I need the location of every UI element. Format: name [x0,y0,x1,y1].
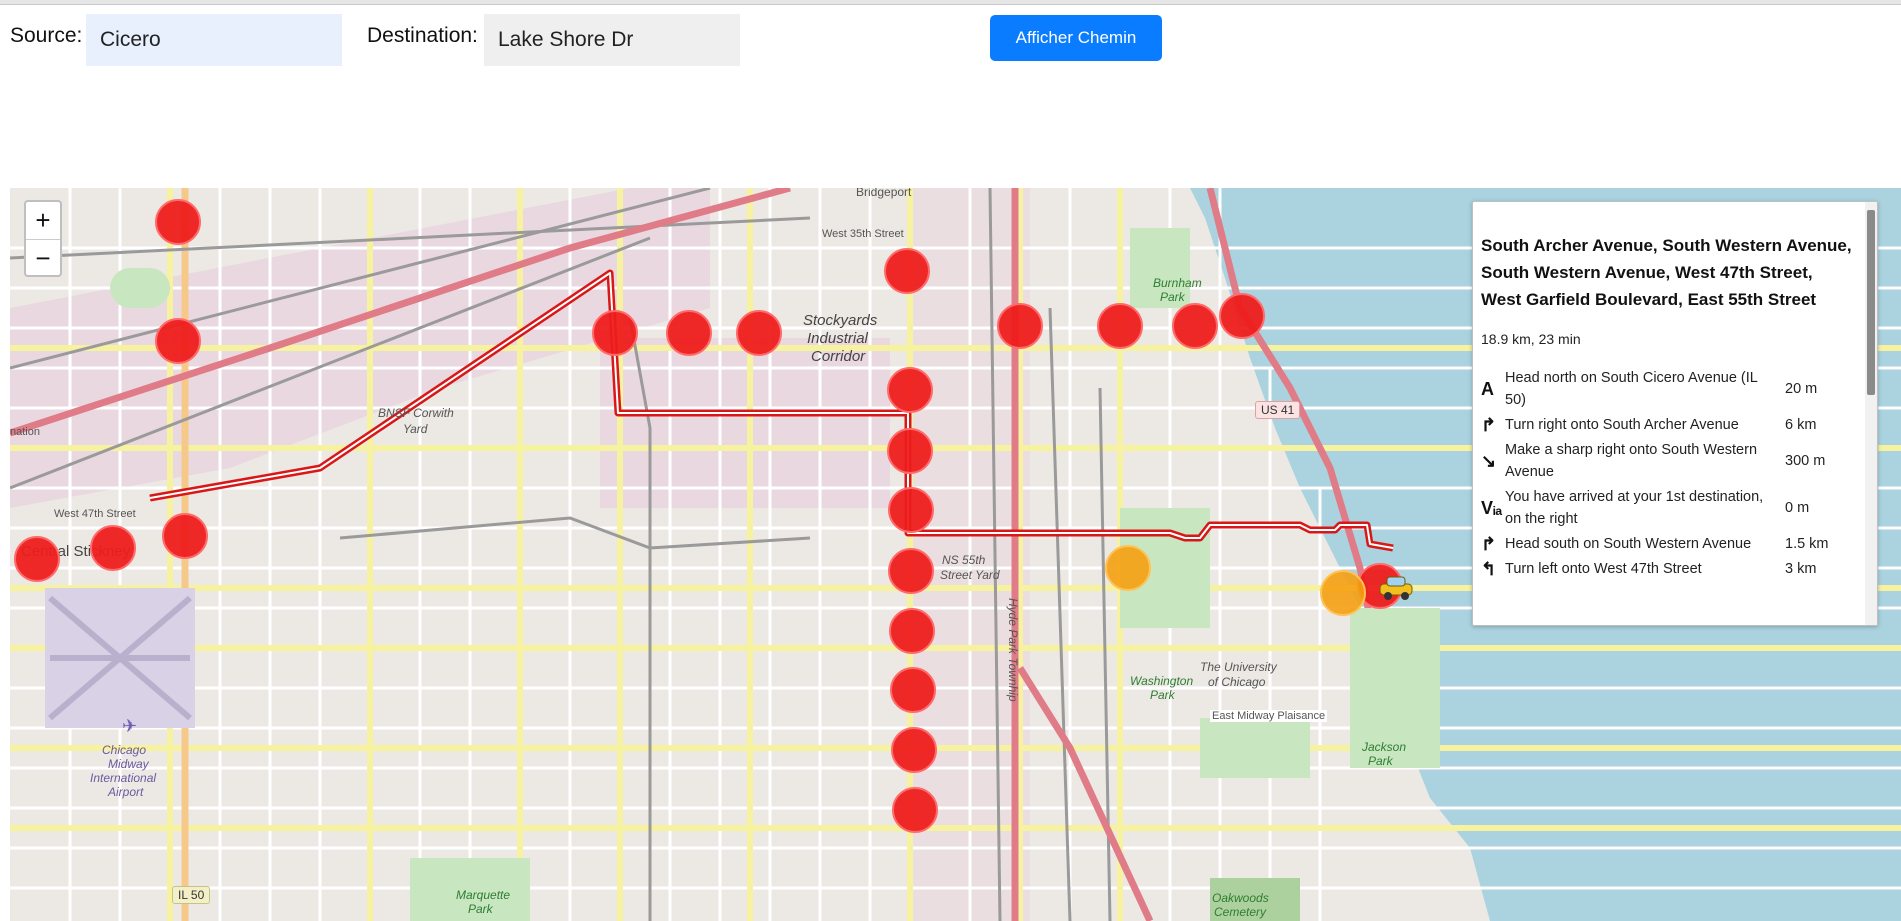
label-uchicago-2: of Chicago [1208,675,1266,689]
label-burnham-1: Burnham [1153,276,1202,290]
turn-left-icon: ↰ [1481,559,1497,579]
scrollbar-thumb[interactable] [1867,210,1875,395]
label-oakwoods-2: Cemetery [1214,905,1267,919]
label-west35: West 35th Street [822,228,904,240]
route-instructions-panel[interactable]: South Archer Avenue, South Western Avenu… [1472,201,1878,626]
step-text: Turn right onto South Archer Avenue [1505,417,1739,433]
shield-il50: IL 50 [172,886,211,904]
destination-label: Destination: [367,24,478,47]
label-west47: West 47th Street [54,508,136,520]
label-burnham-2: Park [1160,290,1185,304]
destination-input[interactable] [484,14,740,66]
route-steps: A Head north on South Cicero Avenue (IL … [1481,367,1855,580]
label-airport-1: Chicago [102,743,147,757]
step-distance: 20 m [1785,381,1818,397]
route-step[interactable]: ↱ Turn right onto South Archer Avenue 6 … [1481,414,1855,436]
route-step[interactable]: Vᵢₐ You have arrived at your 1st destina… [1481,486,1855,530]
label-uchicago-1: The University [1200,660,1277,674]
label-bridgeport: Bridgeport [856,188,912,199]
step-text: You have arrived at your 1st destination… [1505,489,1764,527]
step-distance: 300 m [1785,453,1826,469]
step-distance: 0 m [1785,500,1810,516]
washington-park-area [1120,508,1210,628]
zoom-in-button[interactable]: + [26,202,60,240]
step-text: Turn left onto West 47th Street [1505,561,1702,577]
zoom-out-button[interactable]: − [26,240,60,277]
label-bnsf-1: BNSF Corwith [378,406,454,420]
label-ns-yard-1: NS 55th [942,553,986,567]
source-label: Source: [10,24,83,47]
step-distance: 6 km [1785,417,1817,433]
label-stockyards-3: Corridor [811,348,866,365]
label-jackson-1: Jackson [1362,740,1407,754]
route-step[interactable]: ↰ Turn left onto West 47th Street 3 km [1481,558,1855,580]
step-distance: 1.5 km [1785,536,1829,552]
label-ns-yard-2: Street Yard [940,568,1000,582]
turn-right-icon: ↱ [1481,415,1497,435]
source-input[interactable] [86,14,342,66]
label-washington-2: Park [1150,688,1175,702]
sharp-right-icon: ↘ [1481,451,1497,471]
depart-icon: A [1481,379,1494,399]
label-stockyards-2: Industrial [807,330,868,347]
label-marquette-2: Park [468,902,493,916]
label-marquette-1: Marquette [456,888,511,902]
route-step[interactable]: ↱ Head south on South Western Avenue 1.5… [1481,533,1855,555]
label-nation: nation [10,426,40,438]
label-jackson-2: Park [1368,754,1393,768]
shield-us41: US 41 [1255,401,1301,419]
via-point-icon: Vᵢₐ [1481,498,1503,518]
label-bnsf-2: Yard [403,422,428,436]
step-text: Head south on South Western Avenue [1505,536,1752,552]
label-airport-4: Airport [108,785,144,799]
label-stockyards-1: Stockyards [803,312,878,329]
label-oakwoods-1: Oakwoods [1212,891,1269,905]
route-step[interactable]: ↘ Make a sharp right onto South Western … [1481,439,1855,483]
step-distance: 3 km [1785,561,1817,577]
label-airport-3: International [90,771,157,785]
show-route-button[interactable]: Afficher Chemin [990,15,1162,61]
label-hyde-park: Hyde Park Townhip [1006,598,1020,702]
label-central-stickney: Central Stickney [21,543,131,560]
label-washington-1: Washington [1130,674,1194,688]
window-top-edge [0,0,1901,5]
step-text: Make a sharp right onto South Western Av… [1505,442,1758,480]
route-title: South Archer Avenue, South Western Avenu… [1481,236,1852,309]
turn-right-icon: ↱ [1481,534,1497,554]
zoom-control: + − [24,200,62,277]
step-text: Head north on South Cicero Avenue (IL 50… [1505,370,1758,408]
label-midway-plaisance: East Midway Plaisance [1210,710,1328,722]
label-airport-2: Midway [108,757,149,771]
panel-scrollbar[interactable] [1865,202,1877,625]
route-step[interactable]: A Head north on South Cicero Avenue (IL … [1481,367,1855,411]
airport-icon: ✈ [122,716,138,736]
route-summary: 18.9 km, 23 min [1481,331,1581,347]
